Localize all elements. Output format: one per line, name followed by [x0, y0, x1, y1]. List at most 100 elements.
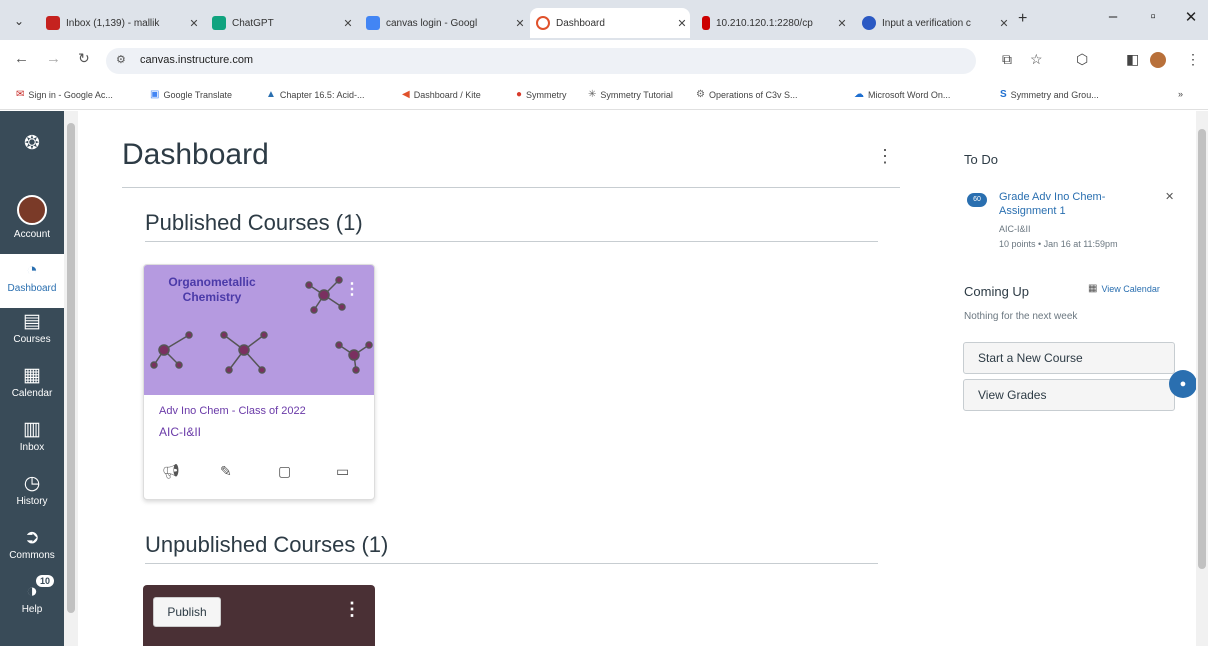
card-options-icon[interactable]: ⋮ [343, 599, 361, 620]
nav-inbox[interactable]: ▥ Inbox [0, 419, 64, 453]
nav-help[interactable]: ◑ 10 Help [0, 575, 64, 615]
bookmark-word[interactable]: ☁ Microsoft Word On... [854, 89, 950, 100]
nav-commons[interactable]: ➲ Commons [0, 527, 64, 561]
browser-tab-dashboard[interactable]: Dashboard ✕ [530, 8, 690, 38]
install-app-icon[interactable]: ⧉ [1002, 51, 1012, 68]
tab-close-icon[interactable]: ✕ [996, 17, 1012, 30]
dismiss-todo-icon[interactable]: ✕ [1165, 190, 1174, 203]
bookmark-symmetry-group[interactable]: S Symmetry and Grou... [1000, 89, 1099, 100]
minimize-icon[interactable]: – [1098, 8, 1128, 25]
canvas-logo[interactable]: ❂ [0, 133, 64, 156]
nav-label: Inbox [19, 442, 45, 453]
site-info-icon[interactable]: ⚙ [116, 53, 126, 66]
course-card[interactable]: Organometallic Chemistry ⋮ Adv Ino Chem … [143, 264, 375, 500]
assignments-icon[interactable]: ✎ [220, 463, 232, 480]
maximize-icon[interactable]: ▫ [1138, 8, 1168, 25]
tab-close-icon[interactable]: ✕ [834, 17, 850, 30]
tab-close-icon[interactable]: ✕ [674, 17, 690, 30]
bookmark-google-translate[interactable]: ▣ Google Translate [150, 89, 232, 100]
chrome-menu-icon[interactable]: ⋮ [1186, 51, 1200, 68]
browser-tab-strip: ⌄ Inbox (1,139) - mallik ✕ ChatGPT ✕ can… [0, 0, 1208, 40]
todo-item-link[interactable]: Grade Adv Ino Chem- Assignment 1 [999, 190, 1129, 218]
coming-up-empty: Nothing for the next week [964, 311, 1078, 322]
tab-close-icon[interactable]: ✕ [340, 17, 356, 30]
nav-dashboard[interactable]: ◔ Dashboard [0, 254, 64, 308]
forward-icon[interactable]: → [46, 50, 61, 67]
todo-heading: To Do [964, 152, 998, 167]
scroll-thumb[interactable] [1198, 129, 1206, 569]
kite-icon: ◀ [402, 89, 410, 100]
unpublished-course-card[interactable]: Publish ⋮ [143, 585, 375, 646]
back-icon[interactable]: ← [14, 50, 29, 67]
bookmark-symmetry-tutorial[interactable]: ✳ Symmetry Tutorial [588, 89, 673, 100]
global-navigation: ❂ Account ◔ Dashboard ▤ Courses ▦ Calend… [0, 111, 64, 646]
browser-tab-gmail[interactable]: Inbox (1,139) - mallik ✕ [40, 8, 202, 38]
close-window-icon[interactable]: ✕ [1176, 8, 1206, 26]
nav-label: Dashboard [7, 283, 57, 294]
dashboard-options-icon[interactable]: ⋮ [876, 146, 894, 167]
browser-tab-google[interactable]: canvas login - Googl ✕ [360, 8, 528, 38]
canvas-icon [536, 16, 550, 30]
course-card-code[interactable]: AIC-I&II [159, 425, 201, 439]
title-divider [122, 187, 900, 188]
profile-avatar[interactable] [1150, 52, 1166, 68]
nav-courses[interactable]: ▤ Courses [0, 311, 64, 345]
course-card-title[interactable]: Adv Ino Chem - Class of 2022 [159, 405, 306, 417]
symmetry-icon: ● [516, 89, 523, 100]
bookmark-star-icon[interactable]: ☆ [1030, 51, 1043, 68]
verification-icon [862, 16, 876, 30]
bookmark-label: Google Translate [163, 89, 232, 100]
browser-tab-chatgpt[interactable]: ChatGPT ✕ [206, 8, 356, 38]
bookmark-label: Microsoft Word On... [868, 89, 951, 100]
account-avatar [17, 195, 47, 225]
nav-calendar[interactable]: ▦ Calendar [0, 365, 64, 399]
announcements-icon[interactable]: 📢︎ [162, 463, 180, 480]
address-bar[interactable]: ⚙ canvas.instructure.com [106, 48, 976, 74]
nav-scrollbar[interactable] [64, 111, 78, 646]
bookmark-label: Sign in - Google Ac... [28, 89, 113, 100]
onedrive-icon: ☁ [854, 89, 864, 100]
start-new-course-button[interactable]: Start a New Course [963, 342, 1175, 374]
tab-search-icon[interactable]: ⌄ [8, 10, 30, 32]
bookmark-chapter[interactable]: ▲ Chapter 16.5: Acid-... [266, 89, 364, 100]
nav-label: Commons [9, 550, 55, 561]
publish-button[interactable]: Publish [153, 597, 221, 627]
discussions-icon[interactable]: ▢ [278, 463, 291, 480]
tab-close-icon[interactable]: ✕ [512, 17, 528, 30]
tab-close-icon[interactable]: ✕ [186, 17, 202, 30]
bookmark-symmetry[interactable]: ● Symmetry [516, 89, 567, 100]
browser-tab-verification[interactable]: Input a verification c ✕ [856, 8, 1012, 38]
symmetry-group-icon: S [1000, 89, 1007, 100]
new-tab-button[interactable]: + [1018, 10, 1027, 28]
sidepanel-icon[interactable]: ◧ [1126, 51, 1139, 68]
reload-icon[interactable]: ↻ [78, 50, 90, 67]
files-icon[interactable]: ▭ [336, 463, 349, 480]
view-calendar-link[interactable]: ▦ View Calendar [1088, 283, 1160, 294]
address-row: ← → ↻ ⚙ canvas.instructure.com ⧉ ☆ ⬡ ◧ ⋮ [0, 40, 1208, 82]
chat-help-icon[interactable]: ● [1169, 370, 1197, 398]
gmail-icon: ✉ [16, 89, 25, 100]
bookmark-label: Symmetry [526, 89, 567, 100]
card-options-icon[interactable]: ⋮ [344, 279, 360, 299]
page-title: Dashboard [122, 138, 269, 171]
dashboard-icon: ◔ [26, 260, 38, 281]
browser-tab-ip[interactable]: 10.210.120.1:2280/cp ✕ [696, 8, 850, 38]
tab-label: Input a verification c [882, 17, 971, 29]
bookmark-operations[interactable]: ⚙ Operations of C3v S... [696, 89, 798, 100]
course-card-image[interactable]: Organometallic Chemistry ⋮ [144, 265, 374, 395]
tab-label: Inbox (1,139) - mallik [66, 17, 160, 29]
nav-history[interactable]: ◷ History [0, 473, 64, 507]
bookmark-kite[interactable]: ◀ Dashboard / Kite [402, 89, 481, 100]
nav-account[interactable]: Account [0, 189, 64, 253]
page-scrollbar[interactable] [1196, 111, 1208, 646]
operations-icon: ⚙ [696, 89, 705, 100]
bookmark-google-signin[interactable]: ✉ Sign in - Google Ac... [16, 89, 113, 100]
view-grades-button[interactable]: View Grades [963, 379, 1175, 411]
bookmarks-bar: ✉ Sign in - Google Ac... ▣ Google Translat… [0, 82, 1208, 110]
more-bookmarks[interactable]: » [1178, 89, 1183, 99]
calendar-icon: ▦ [23, 365, 41, 386]
published-heading: Published Courses (1) [145, 210, 363, 235]
scroll-thumb[interactable] [67, 123, 75, 613]
extensions-icon[interactable]: ⬡ [1076, 51, 1088, 68]
nav-label: Help [21, 604, 43, 615]
